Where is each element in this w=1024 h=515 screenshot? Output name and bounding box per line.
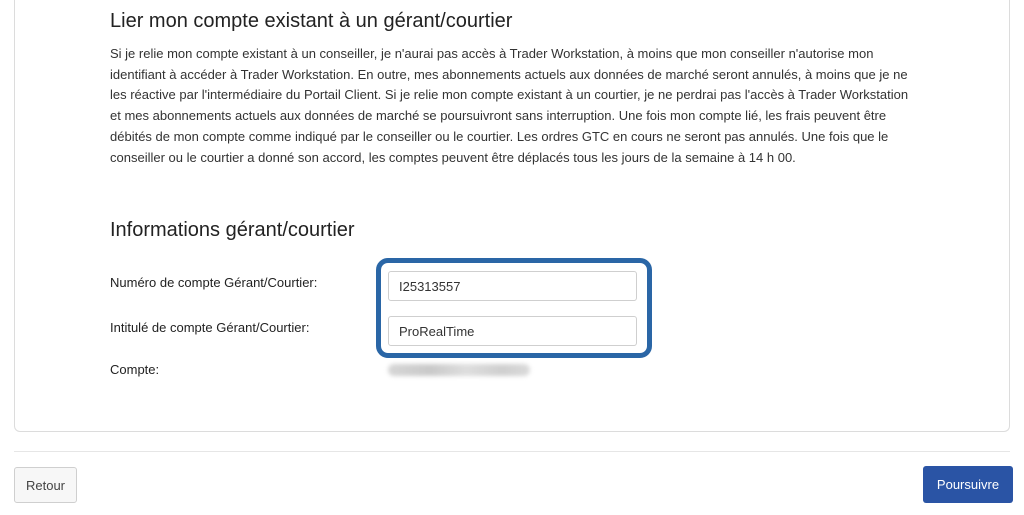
continue-button[interactable]: Poursuivre (923, 466, 1013, 503)
account-name-label: Intitulé de compte Gérant/Courtier: (110, 320, 310, 335)
account-number-input[interactable] (388, 271, 637, 301)
account-name-input[interactable] (388, 316, 637, 346)
account-number-label: Numéro de compte Gérant/Courtier: (110, 275, 318, 290)
link-section-title: Lier mon compte existant à un gérant/cou… (110, 10, 513, 32)
footer-divider (14, 451, 1010, 452)
page: Lier mon compte existant à un gérant/cou… (0, 0, 1024, 515)
back-button[interactable]: Retour (14, 467, 77, 503)
info-section-title: Informations gérant/courtier (110, 219, 355, 241)
account-label: Compte: (110, 362, 160, 377)
account-value-redacted (388, 364, 530, 376)
link-section-description: Si je relie mon compte existant à un con… (110, 46, 909, 165)
